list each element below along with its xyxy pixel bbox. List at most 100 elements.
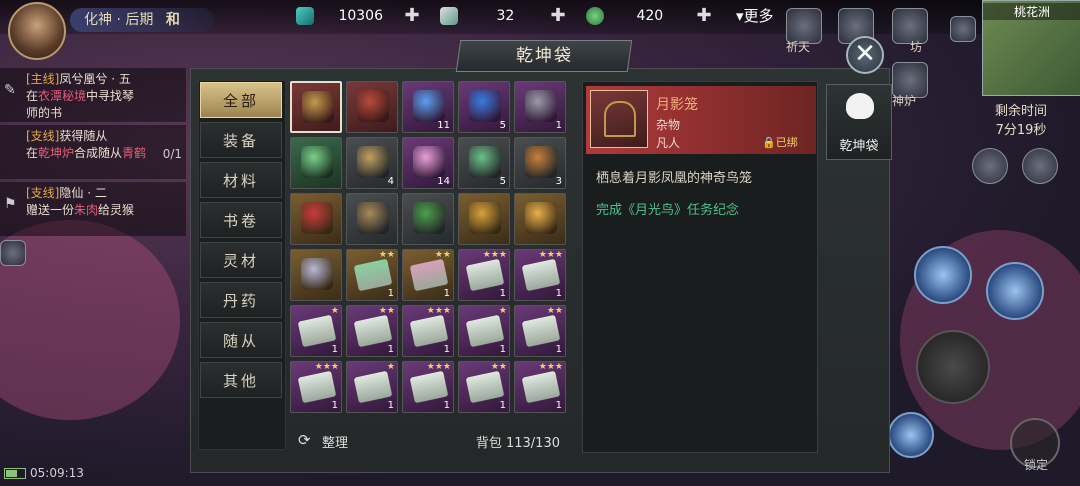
category-tab[interactable]: 随从	[200, 322, 282, 358]
item-slot-spear[interactable]: 1	[514, 81, 566, 133]
item-stars: ★★★	[314, 362, 339, 372]
item-stars: ★	[386, 362, 395, 372]
item-type: 杂物	[656, 118, 681, 132]
attack-button[interactable]	[916, 330, 990, 404]
bronze-pendant-icon	[357, 146, 389, 178]
item-quantity: 5	[499, 176, 506, 187]
roast-fowl-icon	[525, 146, 557, 178]
target-icon[interactable]	[1022, 148, 1058, 184]
category-tab[interactable]: 丹药	[200, 282, 282, 318]
item-slot-manual[interactable]: ★ 1	[346, 361, 398, 413]
item-slot-manual[interactable]: ★★ 1	[458, 361, 510, 413]
item-stars: ★★★	[426, 362, 451, 372]
item-quantity: 3	[555, 176, 562, 187]
workshop-label: 坊	[910, 40, 923, 54]
clock-text: 05:09:13	[30, 466, 84, 480]
item-slot-manual[interactable]: ★★★ 1	[458, 249, 510, 301]
chevron-left-icon[interactable]	[0, 240, 26, 266]
category-tab[interactable]: 全部	[200, 82, 282, 118]
quest-title: 获得随从	[59, 129, 108, 143]
close-button[interactable]: ✕	[846, 36, 884, 74]
quest-item[interactable]: ✎ [主线]凤兮凰兮 · 五 在衣潭秘境中寻找琴 师的书	[0, 68, 186, 122]
item-slot-bamboo-leaves[interactable]	[402, 193, 454, 245]
item-stars: ★★★	[538, 250, 563, 260]
category-tab[interactable]: 材料	[200, 162, 282, 198]
skill-button[interactable]	[986, 262, 1044, 320]
remaining-value: 7分19秒	[995, 123, 1047, 138]
item-slot-scroll[interactable]: ★★ 1	[402, 249, 454, 301]
resource-coin: 420	[586, 5, 663, 27]
tab-bag[interactable]: 乾坤袋	[826, 84, 892, 160]
category-tab[interactable]: 书卷	[200, 202, 282, 238]
scroll-icon	[353, 258, 393, 292]
realm-label[interactable]: 化神 · 后期 和	[70, 8, 214, 32]
skill-button[interactable]	[914, 246, 972, 304]
add-jade-button[interactable]: ✚	[402, 6, 422, 26]
item-slot-birdcage[interactable]	[290, 81, 342, 133]
item-slot-manual[interactable]: ★★★ 1	[514, 361, 566, 413]
quest-text: 在	[26, 89, 39, 103]
category-tab[interactable]: 其他	[200, 362, 282, 398]
more-menu-button[interactable]: ▾更多	[736, 5, 774, 26]
lock-label: 锁定	[1024, 458, 1049, 472]
item-slot-manual[interactable]: ★★★ 1	[402, 361, 454, 413]
item-slot-manual[interactable]: ★★★ 1	[514, 249, 566, 301]
add-token-button[interactable]: ✚	[548, 6, 568, 26]
sort-button[interactable]: 整理	[322, 432, 348, 451]
manual-icon	[521, 314, 561, 348]
item-slot-talisman[interactable]	[514, 193, 566, 245]
item-slot-spirit-wisp[interactable]: 11	[402, 81, 454, 133]
talisman-icon	[525, 202, 557, 234]
item-slot-bamboo-rod[interactable]	[346, 193, 398, 245]
item-slot-silver-bracelet[interactable]	[290, 249, 342, 301]
item-stars: ★	[330, 306, 339, 316]
item-slot-manual[interactable]: ★★ 1	[346, 305, 398, 357]
manual-icon	[297, 314, 337, 348]
scroll-icon	[409, 258, 449, 292]
quest-text: 合成随从	[74, 146, 123, 160]
item-slot-blue-orb[interactable]: 5	[458, 81, 510, 133]
player-avatar[interactable]	[8, 2, 66, 60]
refresh-icon[interactable]: ⟳	[298, 431, 311, 449]
item-slot-manual[interactable]: ★★★ 1	[290, 361, 342, 413]
bag-title: 乾坤袋	[515, 46, 573, 66]
item-slot-scroll[interactable]: ★★ 1	[346, 249, 398, 301]
chevron-right-icon[interactable]	[950, 16, 976, 42]
item-source: 完成《月光鸟》任务纪念	[596, 203, 740, 218]
item-slot-golden-helm[interactable]	[458, 193, 510, 245]
chevron-down-icon: ▾	[736, 7, 744, 25]
item-grid: 11 5 1 4 14 5 3 ★★ 1 ★★ 1 ★★★ 1 ★★★ 1 ★ 1 ★★ 1 ★★★ 1 ★ 1 ★★ 1 ★★★…	[290, 81, 568, 413]
bag-title-plate: 乾坤袋	[455, 40, 633, 72]
category-tab[interactable]: 装备	[200, 122, 282, 158]
item-quantity: 11	[437, 120, 450, 131]
quest-highlight: 青鹤	[122, 146, 147, 160]
item-slot-manual[interactable]: ★ 1	[290, 305, 342, 357]
category-tab[interactable]: 灵材	[200, 242, 282, 278]
item-slot-manual[interactable]: ★★ 1	[514, 305, 566, 357]
bag-shortcut-icon[interactable]	[972, 148, 1008, 184]
item-stars: ★★	[378, 250, 395, 260]
item-slot-roast-fowl[interactable]: 3	[514, 137, 566, 189]
item-slot-pink-pearl[interactable]: 14	[402, 137, 454, 189]
quest-tag: [主线]	[26, 72, 60, 86]
add-coin-button[interactable]: ✚	[694, 6, 714, 26]
quest-text: 师的书	[26, 106, 63, 120]
item-slot-jade-rings[interactable]: 5	[458, 137, 510, 189]
quest-title: 凤兮凰兮 · 五	[59, 72, 131, 86]
coin-count: 420	[636, 8, 664, 24]
item-slot-bronze-pendant[interactable]: 4	[346, 137, 398, 189]
quest-text: 在	[26, 146, 39, 160]
quest-item[interactable]: [支线]获得随从 在乾坤炉合成随从青鹤 0/1	[0, 125, 186, 179]
item-slot-token-tablet[interactable]	[346, 81, 398, 133]
quest-item[interactable]: ⚑ [支线]隐仙 · 二 赠送一份朱肉给灵猴	[0, 182, 186, 236]
item-slot-manual[interactable]: ★★★ 1	[402, 305, 454, 357]
minimap[interactable]: 桃花洲	[982, 0, 1080, 96]
item-slot-manual[interactable]: ★ 1	[458, 305, 510, 357]
skill-button[interactable]	[888, 412, 934, 458]
quest-highlight: 衣潭秘境	[38, 89, 87, 103]
token-tablet-icon	[357, 90, 389, 122]
item-slot-red-book[interactable]	[290, 193, 342, 245]
quest-tag: [支线]	[26, 186, 60, 200]
bag-capacity: 背包 113/130	[475, 436, 560, 451]
item-slot-jade-buddha[interactable]	[290, 137, 342, 189]
